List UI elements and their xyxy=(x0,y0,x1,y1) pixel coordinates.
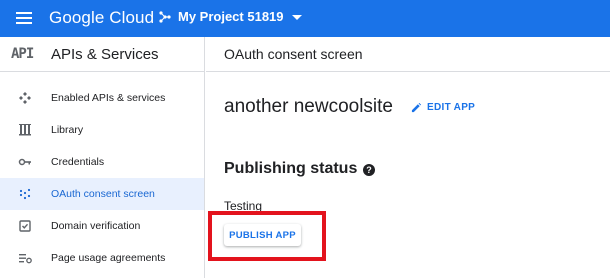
page-header: OAuth consent screen xyxy=(206,37,610,72)
api-badge-icon: API xyxy=(11,46,34,62)
checkbox-icon xyxy=(18,219,32,233)
sidebar: API APIs & Services Enabled APIs & servi… xyxy=(0,37,205,278)
sidebar-item-page-usage[interactable]: Page usage agreements xyxy=(0,242,204,274)
sidebar-item-enabled-apis[interactable]: Enabled APIs & services xyxy=(0,82,204,114)
sidebar-item-label: OAuth consent screen xyxy=(51,188,155,200)
main-content: OAuth consent screen another newcoolsite… xyxy=(206,37,610,278)
library-icon xyxy=(18,123,32,137)
sidebar-item-domain-verification[interactable]: Domain verification xyxy=(0,210,204,242)
publishing-status-heading: Publishing status xyxy=(224,160,358,177)
project-selector[interactable]: My Project 51819 xyxy=(158,9,302,24)
sidebar-item-label: Credentials xyxy=(51,156,105,168)
help-icon[interactable]: ? xyxy=(363,164,375,176)
consent-icon xyxy=(18,187,32,201)
sidebar-item-label: Enabled APIs & services xyxy=(51,92,166,104)
sidebar-item-label: Library xyxy=(51,124,84,136)
sidebar-item-oauth-consent[interactable]: OAuth consent screen xyxy=(0,178,204,210)
page-title: OAuth consent screen xyxy=(224,46,363,62)
sidebar-item-label: Page usage agreements xyxy=(51,252,166,264)
google-cloud-logo[interactable]: Google Cloud xyxy=(49,8,154,28)
sidebar-item-credentials[interactable]: Credentials xyxy=(0,146,204,178)
hub-icon xyxy=(18,91,32,105)
edit-app-label: EDIT APP xyxy=(427,102,476,113)
top-app-bar: Google Cloud My Project 51819 xyxy=(0,0,610,37)
project-name: My Project 51819 xyxy=(178,9,284,24)
key-icon xyxy=(18,155,32,169)
highlight-annotation-box xyxy=(208,211,326,261)
menu-icon[interactable] xyxy=(16,12,32,24)
sidebar-title: APIs & Services xyxy=(51,45,159,63)
sidebar-item-library[interactable]: Library xyxy=(0,114,204,146)
chevron-down-icon xyxy=(291,15,302,20)
app-name-heading: another newcoolsite xyxy=(224,96,393,117)
pencil-icon xyxy=(411,102,422,113)
edit-app-button[interactable]: EDIT APP xyxy=(411,102,475,113)
settings-list-icon xyxy=(18,251,32,265)
sidebar-header: API APIs & Services xyxy=(0,37,204,72)
sidebar-item-label: Domain verification xyxy=(51,220,141,232)
project-icon xyxy=(159,10,171,23)
